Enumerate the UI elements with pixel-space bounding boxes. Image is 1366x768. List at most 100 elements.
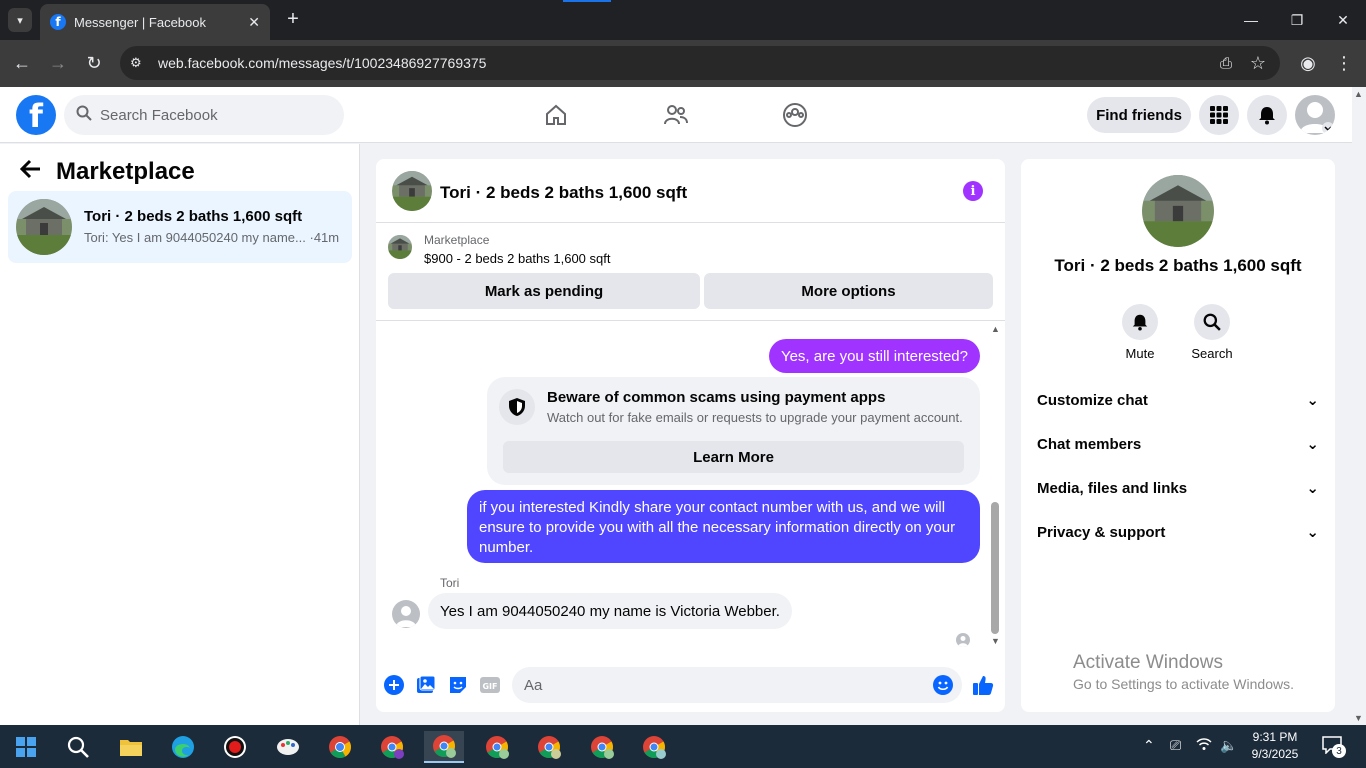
thumbs-up-icon[interactable] <box>972 674 994 696</box>
outgoing-message: Yes, are you still interested? <box>768 339 980 373</box>
minimize-icon[interactable]: — <box>1228 0 1274 40</box>
edge-browser-icon[interactable] <box>163 731 203 763</box>
scroll-up-icon[interactable]: ▲ <box>991 324 1000 334</box>
mark-as-pending-button[interactable]: Mark as pending <box>388 273 700 309</box>
chrome-profile-icon[interactable] <box>372 731 412 763</box>
search-label: Search <box>1191 346 1233 361</box>
sidebar-title: Marketplace <box>56 158 195 185</box>
sender-avatar[interactable] <box>392 600 420 628</box>
media-files-links-row[interactable]: Media, files and links ⌄ <box>1037 466 1319 510</box>
clock-time: 9:31 PM <box>1252 730 1298 744</box>
menu-grid-icon[interactable] <box>1199 95 1239 135</box>
tab-search-menu-icon[interactable]: ▾ <box>8 8 32 32</box>
wifi-icon[interactable] <box>1196 737 1212 754</box>
show-hidden-icons-chevron-icon[interactable]: ⌃ <box>1143 737 1155 754</box>
facebook-logo-icon[interactable]: f <box>16 95 56 135</box>
loading-indicator <box>563 0 611 2</box>
site-settings-icon[interactable]: ⚙ <box>130 55 150 71</box>
chrome-profile-icon[interactable] <box>424 731 464 763</box>
chrome-profile-icon[interactable] <box>477 731 517 763</box>
back-arrow-icon[interactable] <box>19 158 42 186</box>
chat-members-row[interactable]: Chat members ⌄ <box>1037 422 1319 466</box>
message-input[interactable]: Aa <box>512 667 962 703</box>
browser-menu-icon[interactable]: ⋮ <box>1332 51 1356 75</box>
chrome-icon[interactable] <box>320 731 360 763</box>
seen-avatar-icon <box>956 633 970 647</box>
conversation-snippet: Tori: Yes I am 9044050240 my name... ·41… <box>84 230 340 245</box>
scroll-down-icon[interactable]: ▼ <box>1354 713 1363 723</box>
paint-app-icon[interactable] <box>268 731 308 763</box>
forward-arrow-icon[interactable]: → <box>46 51 70 75</box>
notification-count-badge: 3 <box>1332 744 1346 758</box>
account-avatar[interactable] <box>1295 95 1335 135</box>
facebook-search-input[interactable]: Search Facebook <box>64 95 344 135</box>
learn-more-button[interactable]: Learn More <box>503 441 964 473</box>
file-explorer-icon[interactable] <box>111 731 151 763</box>
mute-button[interactable]: Mute <box>1110 304 1170 361</box>
screen-recorder-icon[interactable] <box>215 731 255 763</box>
chat-title[interactable]: Tori · 2 beds 2 baths 1,600 sqft <box>440 183 687 203</box>
conversation-details-pane: Tori · 2 beds 2 baths 1,600 sqft Mute Se… <box>1021 159 1335 712</box>
browser-tabstrip: ▾ f Messenger | Facebook ✕ + — ❐ ✕ <box>0 0 1366 40</box>
address-bar[interactable]: ⚙ web.facebook.com/messages/t/1002348692… <box>120 46 1280 80</box>
message-list: Yes, are you still interested? Beware of… <box>376 322 1005 652</box>
privacy-support-row[interactable]: Privacy & support ⌄ <box>1037 510 1319 554</box>
find-friends-button[interactable]: Find friends <box>1087 97 1191 133</box>
home-icon[interactable] <box>542 101 570 129</box>
groups-icon[interactable] <box>781 101 809 129</box>
conversation-item[interactable]: Tori · 2 beds 2 baths 1,600 sqft Tori: Y… <box>8 191 352 263</box>
svg-text:GIF: GIF <box>482 682 497 691</box>
scroll-up-icon[interactable]: ▲ <box>1354 89 1363 99</box>
facebook-header: f Search Facebook Find friends <box>0 87 1352 143</box>
search-icon <box>1194 304 1230 340</box>
message-scrollbar[interactable]: ▲ ▼ <box>989 322 1005 652</box>
marketplace-label: Marketplace <box>424 233 490 247</box>
notification-center-icon[interactable]: 3 <box>1322 736 1346 758</box>
details-avatar[interactable] <box>1142 175 1214 247</box>
new-tab-button[interactable]: + <box>283 8 303 32</box>
windows-start-icon[interactable] <box>6 731 46 763</box>
reload-icon[interactable]: ↻ <box>82 51 106 75</box>
more-options-button[interactable]: More options <box>704 273 993 309</box>
chrome-profile-icon[interactable] <box>582 731 622 763</box>
browser-tab-messenger[interactable]: f Messenger | Facebook ✕ <box>40 4 270 40</box>
search-icon <box>76 105 92 125</box>
customize-chat-row[interactable]: Customize chat ⌄ <box>1037 378 1319 422</box>
page-scrollbar[interactable]: ▲ ▼ <box>1352 87 1366 725</box>
chat-avatar[interactable] <box>392 171 432 211</box>
incoming-message: Yes I am 9044050240 my name is Victoria … <box>428 593 792 629</box>
plus-circle-icon[interactable] <box>383 674 405 696</box>
restore-icon[interactable]: ❐ <box>1274 0 1320 40</box>
close-tab-icon[interactable]: ✕ <box>248 14 260 31</box>
photo-icon[interactable] <box>415 674 437 696</box>
meet-now-icon[interactable]: ⎚ <box>1170 737 1181 754</box>
browser-toolbar: ← → ↻ ⚙ web.facebook.com/messages/t/1002… <box>0 40 1366 87</box>
chevron-down-icon: ⌄ <box>1306 524 1319 541</box>
profile-icon[interactable]: ◉ <box>1296 51 1320 75</box>
notifications-bell-icon[interactable] <box>1247 95 1287 135</box>
chrome-profile-icon[interactable] <box>634 731 674 763</box>
chat-header: Tori · 2 beds 2 baths 1,600 sqft i <box>376 159 1005 223</box>
taskbar-search-icon[interactable] <box>58 731 98 763</box>
install-app-icon[interactable]: ⎙ <box>1214 51 1238 75</box>
emoji-icon[interactable] <box>932 674 954 696</box>
url-text: web.facebook.com/messages/t/100234869277… <box>158 55 487 71</box>
volume-icon[interactable]: 🔈 <box>1220 737 1237 754</box>
bell-icon <box>1122 304 1158 340</box>
info-icon[interactable]: i <box>963 181 983 201</box>
close-window-icon[interactable]: ✕ <box>1320 0 1366 40</box>
back-arrow-icon[interactable]: ← <box>10 51 34 75</box>
taskbar-clock[interactable]: 9:31 PM 9/3/2025 <box>1245 729 1305 763</box>
chrome-profile-icon[interactable] <box>529 731 569 763</box>
sticker-icon[interactable] <box>447 674 469 696</box>
search-placeholder: Search Facebook <box>100 106 218 124</box>
listing-price[interactable]: $900 - 2 beds 2 baths 1,600 sqft <box>424 251 610 266</box>
bookmark-star-icon[interactable]: ☆ <box>1246 51 1270 75</box>
search-conversation-button[interactable]: Search <box>1182 304 1242 361</box>
chevron-down-icon: ⌄ <box>1306 480 1319 497</box>
listing-thumbnail-small <box>388 235 412 259</box>
scroll-down-icon[interactable]: ▼ <box>991 636 1000 646</box>
scroll-thumb[interactable] <box>991 502 999 634</box>
friends-icon[interactable] <box>662 101 690 129</box>
gif-icon[interactable]: GIF <box>479 674 501 696</box>
